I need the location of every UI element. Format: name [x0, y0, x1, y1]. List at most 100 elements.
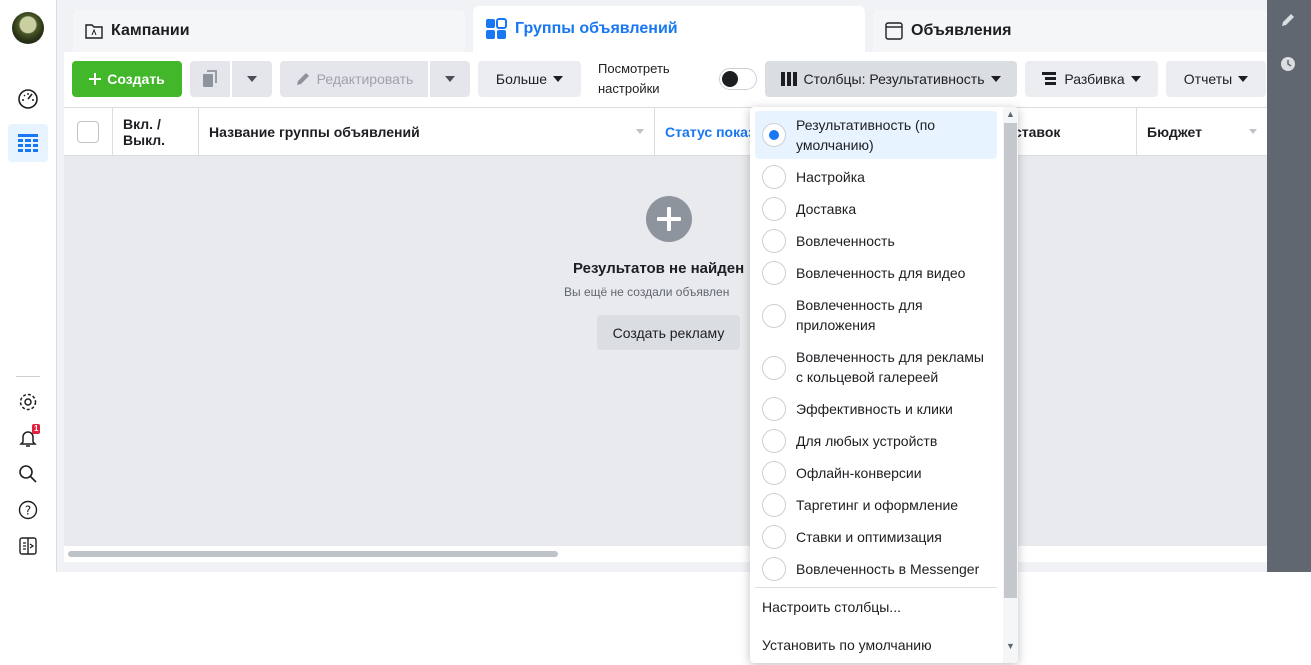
select-all-checkbox[interactable] — [77, 121, 99, 143]
columns-option-performance-clicks[interactable]: Эффективность и клики — [755, 395, 997, 423]
dashboard-icon[interactable] — [8, 80, 48, 118]
columns-option-delivery[interactable]: Доставка — [755, 195, 997, 223]
option-label: Доставка — [796, 201, 857, 217]
radio-button[interactable] — [762, 197, 786, 221]
chevron-down-icon — [1130, 76, 1141, 82]
col-budget[interactable]: Бюджет — [1137, 108, 1267, 156]
duplicate-button[interactable] — [190, 61, 230, 97]
radio-button[interactable] — [762, 461, 786, 485]
avatar[interactable] — [12, 12, 44, 44]
option-label: Для любых устройств — [796, 433, 938, 449]
columns-option-performance[interactable]: Результативность (по умолчанию) — [755, 111, 997, 159]
radio-button[interactable] — [762, 165, 786, 189]
gear-icon[interactable] — [8, 383, 48, 421]
edit-dropdown-button[interactable] — [430, 61, 470, 97]
columns-option-app-engagement[interactable]: Вовлеченность для приложения — [755, 293, 997, 339]
dropdown-scroll-thumb[interactable] — [1004, 123, 1017, 598]
tab-label: Группы объявлений — [515, 20, 678, 37]
create-button[interactable]: Создать — [72, 61, 182, 97]
chevron-down-icon — [990, 76, 1001, 82]
tab-campaigns[interactable]: Кампании — [73, 10, 465, 52]
chevron-down-icon — [445, 76, 455, 82]
columns-button[interactable]: Столбцы: Результативность — [765, 61, 1017, 97]
radio-button[interactable] — [762, 397, 786, 421]
edit-button[interactable]: Редактировать — [280, 61, 428, 97]
radio-button[interactable] — [762, 261, 786, 285]
view-settings-toggle[interactable] — [719, 68, 757, 90]
option-label: Эффективность и клики — [796, 401, 953, 417]
columns-icon — [781, 72, 798, 86]
side-panel-icon[interactable] — [8, 527, 48, 565]
empty-title: Результатов не найден — [573, 260, 745, 277]
columns-option-engagement[interactable]: Вовлеченность — [755, 227, 997, 255]
tab-ad-sets[interactable]: Группы объявлений — [473, 6, 865, 52]
columns-option-video-engagement[interactable]: Вовлеченность для видео — [755, 259, 997, 287]
create-label: Создать — [107, 71, 165, 87]
radio-button[interactable] — [762, 557, 786, 581]
option-label: Вовлеченность для приложения — [796, 297, 923, 333]
chevron-down-icon — [1238, 76, 1249, 82]
sort-icon — [1249, 129, 1257, 134]
col-onoff-line2: Выкл. — [123, 132, 166, 148]
customize-columns-link[interactable]: Настроить столбцы... — [762, 599, 901, 615]
columns-option-cross-device[interactable]: Для любых устройств — [755, 427, 997, 455]
more-button[interactable]: Больше — [478, 61, 581, 97]
bell-icon[interactable]: 1 — [8, 419, 48, 457]
radio-button[interactable] — [762, 493, 786, 517]
folder-icon — [85, 23, 103, 39]
option-label: Настройка — [796, 169, 865, 185]
scroll-down-icon[interactable]: ▼ — [1006, 641, 1015, 651]
empty-subtitle: Вы ещё не создали объявлен — [564, 285, 730, 299]
pencil-icon[interactable] — [1280, 12, 1296, 28]
option-label: Ставки и оптимизация — [796, 529, 942, 545]
scroll-up-icon[interactable]: ▲ — [1006, 109, 1015, 119]
chevron-down-icon — [553, 76, 564, 82]
radio-button[interactable] — [762, 123, 786, 147]
svg-text:?: ? — [25, 504, 31, 518]
set-default-link[interactable]: Установить по умолчанию — [762, 637, 932, 653]
reports-label: Отчеты — [1183, 71, 1233, 87]
option-label: Вовлеченность в Messenger — [796, 561, 980, 577]
col-onoff[interactable]: Вкл. / Выкл. — [113, 108, 199, 156]
radio-button[interactable] — [762, 525, 786, 549]
columns-option-offline-conversions[interactable]: Офлайн-конверсии — [755, 459, 997, 487]
columns-option-messenger-engagement[interactable]: Вовлеченность в Messenger — [755, 555, 997, 583]
breakdown-button[interactable]: Разбивка — [1025, 61, 1158, 97]
horizontal-scroll-thumb[interactable] — [68, 551, 558, 557]
chevron-down-icon — [247, 76, 257, 82]
left-nav: 1 ? — [0, 0, 57, 572]
radio-button[interactable] — [762, 229, 786, 253]
view-settings-line2: настройки — [598, 81, 660, 96]
radio-button[interactable] — [762, 429, 786, 453]
option-label: Офлайн-конверсии — [796, 465, 922, 481]
columns-dropdown: Результативность (по умолчанию) Настройка… — [750, 107, 1018, 663]
sort-icon — [636, 129, 644, 134]
radio-button[interactable] — [762, 356, 786, 380]
clock-icon[interactable] — [1280, 56, 1296, 72]
reports-button[interactable]: Отчеты — [1166, 61, 1266, 97]
columns-option-setup[interactable]: Настройка — [755, 163, 997, 191]
col-onoff-line1: Вкл. / — [123, 116, 161, 132]
edit-label: Редактировать — [316, 71, 414, 87]
ads-manager-table-icon[interactable] — [8, 124, 48, 162]
col-name[interactable]: Название группы объявлений — [199, 108, 655, 156]
right-panel — [1267, 0, 1311, 572]
tab-ads[interactable]: Объявления — [873, 10, 1267, 52]
radio-button[interactable] — [762, 304, 786, 328]
help-icon[interactable]: ? — [8, 491, 48, 529]
pencil-icon — [296, 73, 309, 85]
col-status[interactable]: Статус показ — [655, 108, 755, 156]
tab-label: Кампании — [111, 22, 190, 39]
option-label: Вовлеченность — [796, 233, 895, 249]
columns-option-bidding-optimization[interactable]: Ставки и оптимизация — [755, 523, 997, 551]
create-ad-button[interactable]: Создать рекламу — [597, 315, 740, 350]
table-header: Вкл. / Выкл. Название группы объявлений … — [64, 107, 1267, 156]
duplicate-dropdown-button[interactable] — [232, 61, 272, 97]
col-bid[interactable]: ставок — [1014, 108, 1137, 156]
search-icon[interactable] — [8, 455, 48, 493]
columns-option-targeting-creative[interactable]: Таргетинг и оформление — [755, 491, 997, 519]
view-settings-label: Посмотреть настройки — [598, 59, 670, 99]
col-status-label: Статус показ — [665, 124, 756, 140]
option-label: Результативность (по умолчанию) — [796, 117, 936, 153]
columns-option-carousel-engagement[interactable]: Вовлеченность для рекламы с кольцевой гал… — [755, 345, 997, 391]
